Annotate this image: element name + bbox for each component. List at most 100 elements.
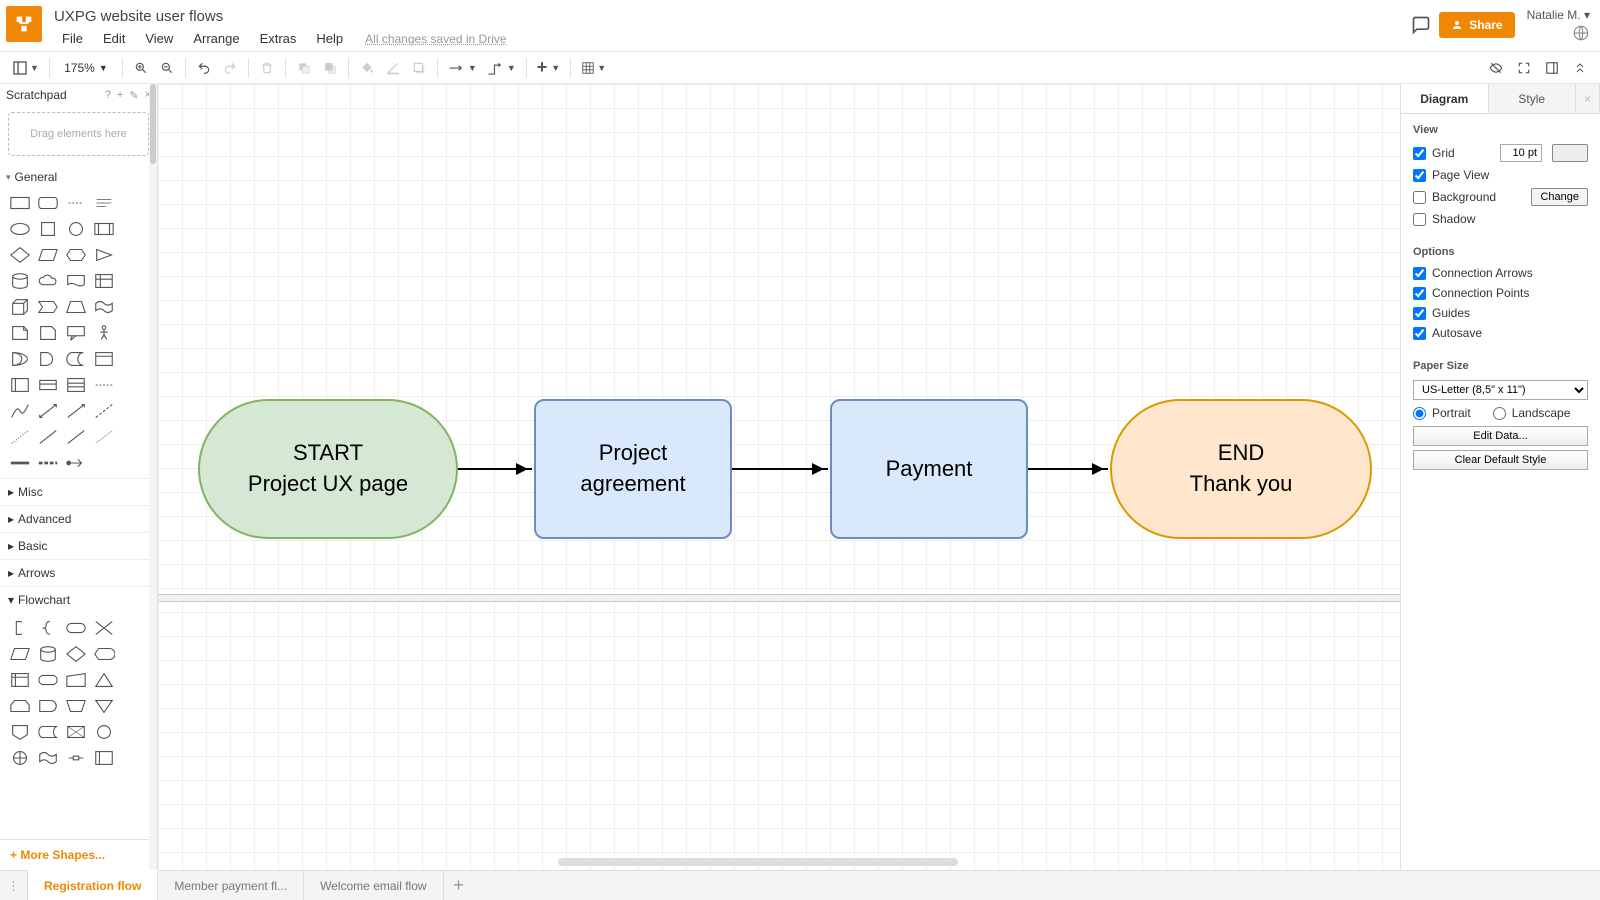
fc-display[interactable]: [92, 643, 116, 665]
shape-line[interactable]: [36, 426, 60, 448]
shape-internal[interactable]: [92, 270, 116, 292]
tab-close-icon[interactable]: ×: [1576, 84, 1600, 113]
shape-blank4[interactable]: [120, 270, 144, 292]
shape-biarrow[interactable]: [36, 400, 60, 422]
scratchpad-edit-icon[interactable]: ✎: [129, 89, 138, 102]
fc-delay[interactable]: [36, 695, 60, 717]
shape-blank5[interactable]: [120, 296, 144, 318]
guides-checkbox[interactable]: [1413, 307, 1426, 320]
fc-bracket[interactable]: [8, 617, 32, 639]
user-name[interactable]: Natalie M. ▾: [1527, 8, 1590, 22]
shape-data[interactable]: [64, 348, 88, 370]
fc-manop[interactable]: [64, 695, 88, 717]
shape-circle[interactable]: [64, 218, 88, 240]
scratchpad-help-icon[interactable]: ?: [105, 89, 111, 102]
shape-dot[interactable]: [8, 426, 32, 448]
node-start[interactable]: START Project UX page: [198, 399, 458, 539]
shape-thick[interactable]: [8, 452, 32, 474]
shape-blank10[interactable]: [120, 426, 144, 448]
page-tab-member-payment[interactable]: Member payment fl...: [158, 871, 304, 900]
landscape-radio[interactable]: [1493, 407, 1506, 420]
insert-icon[interactable]: +▼: [533, 56, 564, 80]
collapse-icon[interactable]: [1568, 56, 1592, 80]
zoom-out-icon[interactable]: [155, 56, 179, 80]
background-change-button[interactable]: Change: [1531, 188, 1588, 206]
shape-text[interactable]: [64, 192, 88, 214]
shape-or[interactable]: [8, 348, 32, 370]
view-mode-button[interactable]: ▼: [8, 56, 43, 80]
shape-rect[interactable]: [8, 192, 32, 214]
shape-blank[interactable]: [120, 192, 144, 214]
more-shapes-button[interactable]: + More Shapes...: [0, 839, 157, 870]
grid-color-button[interactable]: [1552, 144, 1588, 162]
shape-container[interactable]: [92, 348, 116, 370]
shape-step[interactable]: [36, 296, 60, 318]
shape-ellipse[interactable]: [8, 218, 32, 240]
shape-arrow[interactable]: [64, 400, 88, 422]
fc-blank4[interactable]: [120, 695, 144, 717]
section-arrows[interactable]: ▸Arrows: [0, 559, 157, 586]
menu-arrange[interactable]: Arrange: [185, 29, 247, 48]
section-misc[interactable]: ▸Misc: [0, 478, 157, 505]
fc-blank5[interactable]: [120, 721, 144, 743]
zoom-in-icon[interactable]: [129, 56, 153, 80]
fc-loop[interactable]: [8, 695, 32, 717]
node-payment[interactable]: Payment: [830, 399, 1028, 539]
fc-intern[interactable]: [8, 669, 32, 691]
shape-vcontainer[interactable]: [36, 374, 60, 396]
fc-blank[interactable]: [120, 617, 144, 639]
shape-and[interactable]: [36, 348, 60, 370]
shape-square[interactable]: [36, 218, 60, 240]
share-button[interactable]: Share: [1439, 12, 1514, 38]
shape-blank8[interactable]: [120, 374, 144, 396]
shape-blank3[interactable]: [120, 244, 144, 266]
edit-data-button[interactable]: Edit Data...: [1413, 426, 1588, 446]
fc-merge[interactable]: [92, 695, 116, 717]
scratchpad-dropzone[interactable]: Drag elements here: [8, 112, 149, 156]
shape-thick2[interactable]: [36, 452, 60, 474]
fc-decision[interactable]: [64, 643, 88, 665]
shape-doc[interactable]: [64, 270, 88, 292]
menu-help[interactable]: Help: [308, 29, 351, 48]
fc-para[interactable]: [8, 643, 32, 665]
delete-icon[interactable]: [255, 56, 279, 80]
shape-textbox[interactable]: [92, 192, 116, 214]
scratchpad-add-icon[interactable]: +: [117, 89, 123, 102]
shape-line2[interactable]: [64, 426, 88, 448]
add-page-icon[interactable]: +: [444, 871, 474, 900]
section-general[interactable]: ▾General: [0, 166, 157, 188]
line-color-icon[interactable]: [381, 56, 405, 80]
shape-blank2[interactable]: [120, 218, 144, 240]
pageview-checkbox[interactable]: [1413, 169, 1426, 182]
shape-hex[interactable]: [64, 244, 88, 266]
shape-blank7[interactable]: [120, 348, 144, 370]
fc-extract[interactable]: [92, 669, 116, 691]
grid-size-input[interactable]: [1500, 144, 1542, 162]
fc-db[interactable]: [36, 643, 60, 665]
menu-extras[interactable]: Extras: [252, 29, 305, 48]
menu-edit[interactable]: Edit: [95, 29, 133, 48]
fc-collate[interactable]: [64, 747, 88, 769]
shape-triangle[interactable]: [92, 244, 116, 266]
background-checkbox[interactable]: [1413, 191, 1426, 204]
shape-card[interactable]: [36, 322, 60, 344]
fc-tape3[interactable]: [36, 747, 60, 769]
section-basic[interactable]: ▸Basic: [0, 532, 157, 559]
shape-process[interactable]: [92, 218, 116, 240]
fc-terminator[interactable]: [64, 617, 88, 639]
table-icon[interactable]: ▼: [577, 56, 610, 80]
page-tab-registration[interactable]: Registration flow: [28, 870, 158, 900]
fc-sort[interactable]: [92, 617, 116, 639]
paper-size-select[interactable]: US-Letter (8,5" x 11"): [1413, 380, 1588, 400]
edge-agree-payment[interactable]: [732, 468, 828, 470]
shape-blank6[interactable]: [120, 322, 144, 344]
fc-sum[interactable]: [8, 747, 32, 769]
tab-diagram[interactable]: Diagram: [1401, 84, 1489, 113]
zoom-level[interactable]: 175% ▼: [56, 61, 116, 75]
edge-payment-end[interactable]: [1028, 468, 1108, 470]
fc-tape2[interactable]: [64, 721, 88, 743]
canvas[interactable]: START Project UX page Project agreement …: [158, 84, 1400, 870]
tab-style[interactable]: Style: [1489, 84, 1577, 113]
section-advanced[interactable]: ▸Advanced: [0, 505, 157, 532]
undo-icon[interactable]: [192, 56, 216, 80]
